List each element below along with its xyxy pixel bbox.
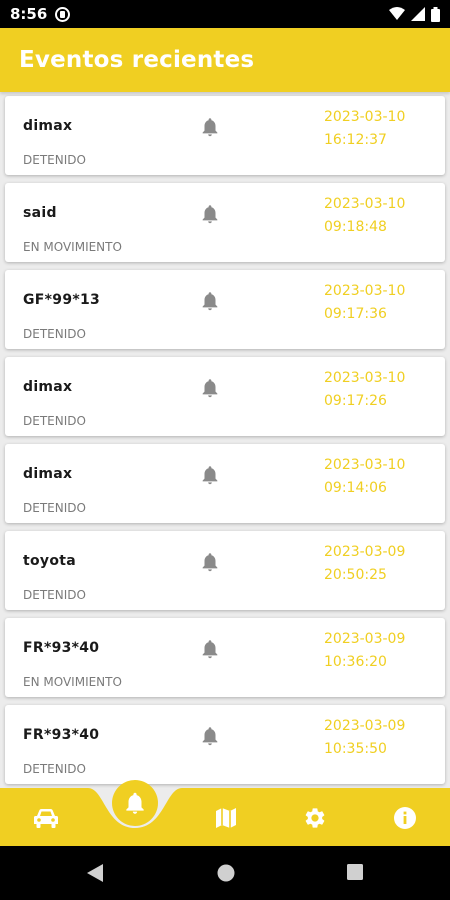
event-vehicle-name: dimax: [23, 118, 73, 134]
event-card[interactable]: FR*93*40 2023-03-09 10:36:20 EN MOVIMIENT…: [5, 618, 445, 697]
map-icon: [216, 808, 236, 828]
event-vehicle-name: FR*93*40: [23, 727, 100, 743]
event-status: DETENIDO: [23, 501, 86, 515]
system-navigation-bar: [0, 846, 450, 900]
bottom-navigation: [0, 780, 450, 846]
battery-icon: [431, 6, 440, 22]
event-timestamp: 2023-03-10 09:17:26: [324, 370, 406, 409]
bell-icon: [202, 553, 218, 572]
event-timestamp: 2023-03-09 10:35:50: [324, 718, 406, 757]
event-card[interactable]: dimax 2023-03-10 09:17:26 DETENIDO: [5, 357, 445, 436]
event-card[interactable]: toyota 2023-03-09 20:50:25 DETENIDO: [5, 531, 445, 610]
gear-icon: [305, 808, 325, 828]
event-vehicle-name: toyota: [23, 553, 76, 569]
event-status: DETENIDO: [23, 762, 86, 776]
event-status: DETENIDO: [23, 414, 86, 428]
event-card[interactable]: dimax 2023-03-10 09:14:06 DETENIDO: [5, 444, 445, 523]
nav-tab-vehicles[interactable]: [31, 803, 61, 833]
page-title: Eventos recientes: [19, 47, 255, 73]
bell-icon: [202, 379, 218, 398]
event-vehicle-name: dimax: [23, 379, 73, 395]
bell-icon: [202, 205, 218, 224]
event-timestamp: 2023-03-10 09:14:06: [324, 457, 406, 496]
home-icon[interactable]: [216, 863, 236, 883]
app-header: Eventos recientes: [0, 28, 450, 92]
event-vehicle-name: FR*93*40: [23, 640, 100, 656]
wifi-icon: [389, 7, 405, 20]
info-icon: [394, 807, 416, 829]
event-timestamp: 2023-03-09 20:50:25: [324, 544, 406, 583]
event-card[interactable]: FR*93*40 2023-03-09 10:35:50 DETENIDO: [5, 705, 445, 784]
event-vehicle-name: said: [23, 205, 57, 221]
event-vehicle-name: dimax: [23, 466, 73, 482]
event-status: EN MOVIMIENTO: [23, 240, 122, 254]
event-card[interactable]: dimax 2023-03-10 16:12:37 DETENIDO: [5, 96, 445, 175]
car-icon: [34, 809, 58, 828]
event-timestamp: 2023-03-09 10:36:20: [324, 631, 406, 670]
nav-tab-map[interactable]: [211, 803, 241, 833]
recents-icon[interactable]: [346, 863, 364, 881]
status-indicators: [389, 6, 440, 22]
nav-tab-info[interactable]: [390, 803, 420, 833]
bell-icon: [202, 640, 218, 659]
event-status: DETENIDO: [23, 327, 86, 341]
bell-icon: [202, 466, 218, 485]
event-timestamp: 2023-03-10 09:18:48: [324, 196, 406, 235]
signal-icon: [411, 7, 425, 21]
status-bar: 8:56: [0, 0, 450, 28]
bell-icon: [202, 118, 218, 137]
event-list[interactable]: dimax 2023-03-10 16:12:37 DETENIDO said 2…: [0, 92, 450, 788]
nav-tab-settings[interactable]: [300, 803, 330, 833]
status-time: 8:56: [10, 5, 48, 23]
bell-icon: [202, 292, 218, 311]
event-status: DETENIDO: [23, 588, 86, 602]
event-card[interactable]: GF*99*13 2023-03-10 09:17:36 DETENIDO: [5, 270, 445, 349]
nav-tab-events[interactable]: [112, 780, 158, 826]
event-status: EN MOVIMIENTO: [23, 675, 122, 689]
event-timestamp: 2023-03-10 16:12:37: [324, 109, 406, 148]
bell-icon: [126, 792, 144, 814]
event-timestamp: 2023-03-10 09:17:36: [324, 283, 406, 322]
app-notification-icon: [55, 6, 71, 22]
event-vehicle-name: GF*99*13: [23, 292, 101, 308]
event-status: DETENIDO: [23, 153, 86, 167]
bell-icon: [202, 727, 218, 746]
event-card[interactable]: said 2023-03-10 09:18:48 EN MOVIMIENTO: [5, 183, 445, 262]
back-icon[interactable]: [86, 863, 104, 883]
